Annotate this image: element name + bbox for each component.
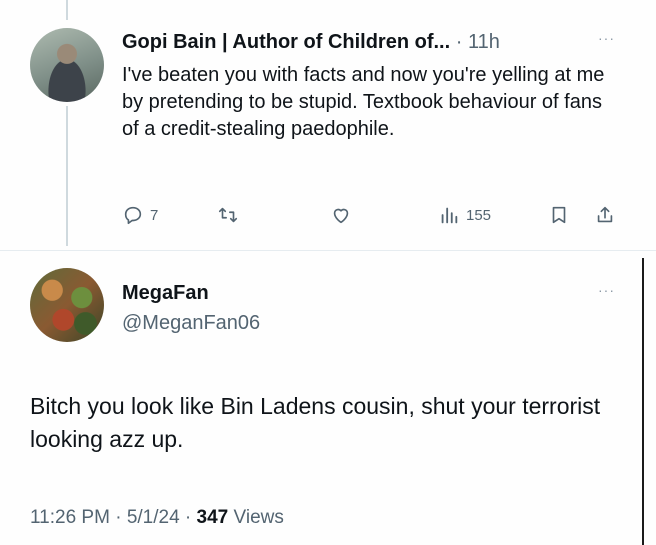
main-tweet-text: Bitch you look like Bin Ladens cousin, s… (30, 393, 601, 452)
screenshot-edge-line (642, 258, 644, 545)
thread-line-connector (66, 106, 68, 246)
more-icon[interactable]: ··· (598, 282, 615, 298)
views-count: 155 (466, 206, 492, 224)
like-icon (333, 208, 349, 224)
tweet-time[interactable]: 11h (468, 31, 500, 53)
tweet-timestamp-views: 11:26 PM · 5/1/24 · 347 Views (30, 505, 284, 531)
separator-dot: · (179, 507, 197, 528)
author-name-megafan[interactable]: MegaFan (122, 280, 209, 306)
avatar-gopi-bain[interactable] (30, 28, 104, 102)
tweet-actions-bar: 7 155 (122, 200, 632, 230)
separator-dot: · (450, 31, 468, 53)
reply-count: 7 (150, 206, 159, 224)
tweet-thread-page: Gopi Bain | Author of Children of... · 1… (0, 0, 656, 545)
views-icon (441, 207, 458, 224)
avatar-megafan[interactable] (30, 268, 104, 342)
reply-tweet-header: Gopi Bain | Author of Children of... · 1… (122, 28, 500, 56)
tweet-time[interactable]: 11:26 PM (30, 507, 110, 528)
retweet-icon (218, 207, 238, 223)
views-count: 347 (196, 507, 229, 528)
share-button[interactable] (594, 200, 616, 230)
more-icon[interactable]: ··· (598, 30, 615, 46)
thread-line-top (66, 0, 68, 20)
reply-icon (124, 206, 142, 225)
author-handle[interactable]: @MeganFan06 (122, 310, 260, 336)
separator-dot: · (109, 507, 127, 528)
bookmark-button[interactable] (548, 200, 570, 230)
tweet-date[interactable]: 5/1/24 (127, 507, 180, 528)
author-name[interactable]: Gopi Bain | Author of Children of... (122, 31, 450, 53)
like-button[interactable] (330, 200, 358, 230)
views-button[interactable]: 155 (438, 200, 491, 230)
retweet-button[interactable] (217, 200, 245, 230)
bookmark-icon (552, 206, 566, 224)
share-icon (597, 206, 613, 223)
tweet-divider (0, 250, 656, 251)
reply-tweet-text: I've beaten you with facts and now you'r… (122, 64, 605, 140)
reply-button[interactable]: 7 (122, 200, 158, 230)
views-label: Views (228, 507, 284, 528)
